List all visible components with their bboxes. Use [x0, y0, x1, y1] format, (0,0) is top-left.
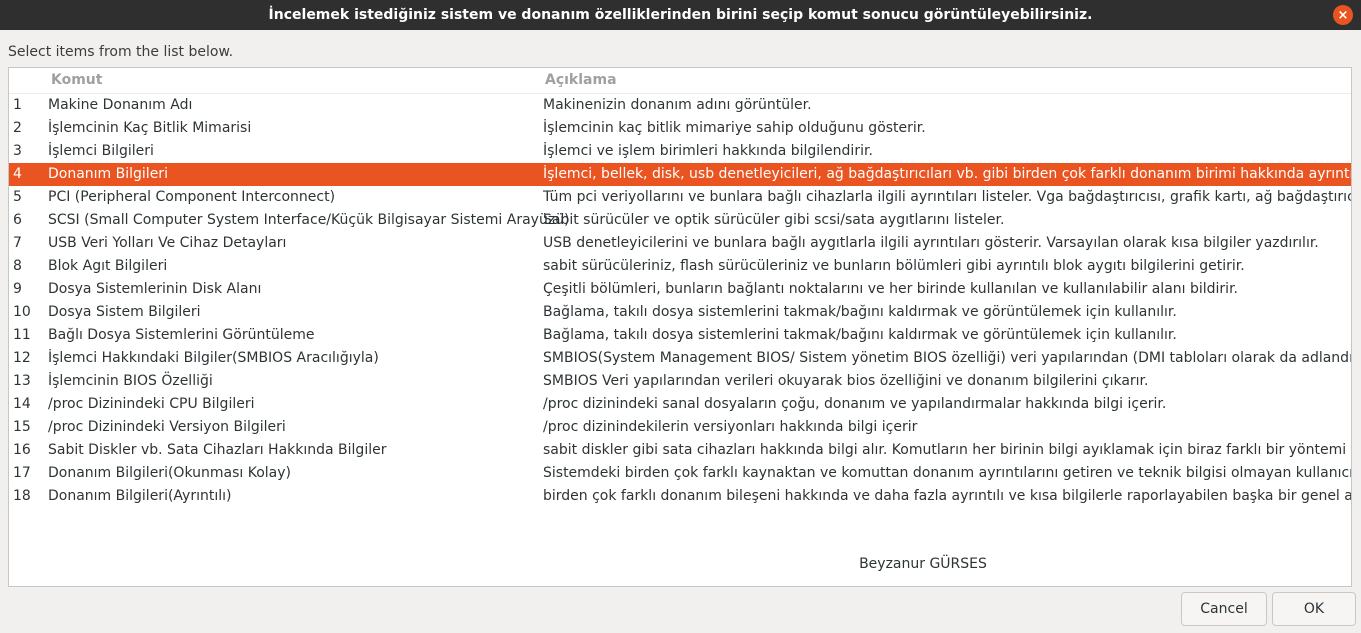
row-description: İşlemci ve işlem birimleri hakkında bilg…	[543, 143, 873, 159]
row-number: 5	[13, 189, 22, 205]
table-row[interactable]: 12 İşlemci Hakkındaki Bilgiler(SMBIOS Ara…	[9, 347, 1351, 370]
row-command: Blok Agıt Bilgileri	[48, 258, 168, 274]
row-command: Makine Donanım Adı	[48, 97, 193, 113]
row-number: 10	[13, 304, 31, 320]
list-rows: 1 Makine Donanım Adı Makinenizin donanım a…	[9, 94, 1351, 508]
row-description: İşlemcinin kaç bitlik mimariye sahip old…	[543, 120, 926, 136]
row-description: Sistemdeki birden çok farklı kaynaktan v…	[543, 465, 1352, 481]
table-row[interactable]: 5 PCI (Peripheral Component Interconnect)…	[9, 186, 1351, 209]
row-command: İşlemci Bilgileri	[48, 143, 154, 159]
title-bar: İncelemek istediğiniz sistem ve donanım …	[0, 0, 1361, 30]
row-number: 11	[13, 327, 31, 343]
table-row[interactable]: 14/proc Dizinindeki CPU Bilgileri/proc d…	[9, 393, 1351, 416]
row-number: 18	[13, 488, 31, 504]
row-number: 6	[13, 212, 22, 228]
row-description: Çeşitli bölümleri, bunların bağlantı nok…	[543, 281, 1238, 297]
row-command: USB Veri Yolları Ve Cihaz Detayları	[48, 235, 287, 251]
row-number: 9	[13, 281, 22, 297]
row-command: /proc Dizinindeki CPU Bilgileri	[48, 396, 255, 412]
row-description: /proc dizinindeki sanal dosyaların çoğu,…	[543, 396, 1167, 412]
table-row[interactable]: 7 USB Veri Yolları Ve Cihaz Detayları USB…	[9, 232, 1351, 255]
table-row[interactable]: 6 SCSI (Small Computer System Interface/K…	[9, 209, 1351, 232]
column-header-komut[interactable]: Komut	[51, 72, 102, 88]
row-description: Sabit sürücüler ve optik sürücüler gibi …	[543, 212, 1005, 228]
row-description: /proc dizinindekilerin versiyonları hakk…	[543, 419, 918, 435]
row-command: Bağlı Dosya Sistemlerini Görüntüleme	[48, 327, 315, 343]
row-command: İşlemcinin BIOS Özelliği	[48, 373, 213, 389]
row-description: USB denetleyicilerini ve bunlara bağlı a…	[543, 235, 1319, 251]
table-row[interactable]: 11 Bağlı Dosya Sistemlerini Görüntüleme Ba…	[9, 324, 1351, 347]
table-row[interactable]: 18 Donanım Bilgileri(Ayrıntılı) birden ço…	[9, 485, 1351, 508]
row-description: sabit diskler gibi sata cihazları hakkın…	[543, 442, 1352, 458]
row-number: 15	[13, 419, 31, 435]
table-row[interactable]: 13 İşlemcinin BIOS Özelliği SMBIOS Veri ya…	[9, 370, 1351, 393]
table-row[interactable]: 17 Donanım Bilgileri(Okunması Kolay) Siste…	[9, 462, 1351, 485]
row-command: Sabit Diskler vb. Sata Cihazları Hakkınd…	[48, 442, 387, 458]
row-command: İşlemci Hakkındaki Bilgiler(SMBIOS Aracı…	[48, 350, 379, 366]
table-row[interactable]: 4 Donanım Bilgileri İşlemci, bellek, disk,…	[9, 163, 1351, 186]
command-list[interactable]: Komut Açıklama 1 Makine Donanım Adı Makine…	[8, 67, 1352, 587]
table-row[interactable]: 2 İşlemcinin Kaç Bitlik Mimarisi İşlemcini…	[9, 117, 1351, 140]
row-number: 3	[13, 143, 22, 159]
table-row[interactable]: 8 Blok Agıt Bilgileri sabit sürücüleriniz,…	[9, 255, 1351, 278]
row-number: 16	[13, 442, 31, 458]
row-command: Donanım Bilgileri(Ayrıntılı)	[48, 488, 232, 504]
row-command: /proc Dizinindeki Versiyon Bilgileri	[48, 419, 286, 435]
row-description: SMBIOS Veri yapılarından verileri okuyar…	[543, 373, 1149, 389]
row-number: 1	[13, 97, 22, 113]
row-command: SCSI (Small Computer System Interface/Kü…	[48, 212, 570, 228]
row-number: 7	[13, 235, 22, 251]
row-command: Donanım Bilgileri(Okunması Kolay)	[48, 465, 291, 481]
row-description: sabit sürücüleriniz, flash sürücüleriniz…	[543, 258, 1245, 274]
list-header: Komut Açıklama	[9, 68, 1351, 94]
row-description: birden çok farklı donanım bileşeni hakkı…	[543, 488, 1352, 504]
table-row[interactable]: 9 Dosya Sistemlerinin Disk Alanı Çeşitli b…	[9, 278, 1351, 301]
row-description: Tüm pci veriyollarını ve bunlara bağlı c…	[543, 189, 1352, 205]
row-description: SMBIOS(System Management BIOS/ Sistem yö…	[543, 350, 1352, 366]
author-name: Beyzanur GÜRSES	[859, 556, 987, 572]
close-icon[interactable]: ×	[1333, 5, 1353, 25]
table-row[interactable]: 1 Makine Donanım Adı Makinenizin donanım a…	[9, 94, 1351, 117]
table-row[interactable]: 16 Sabit Diskler vb. Sata Cihazları Hakkı…	[9, 439, 1351, 462]
table-row[interactable]: 15/proc Dizinindeki Versiyon Bilgileri/p…	[9, 416, 1351, 439]
row-number: 17	[13, 465, 31, 481]
row-command: Dosya Sistem Bilgileri	[48, 304, 201, 320]
table-row[interactable]: 10 Dosya Sistem Bilgileri Bağlama, takılı …	[9, 301, 1351, 324]
instruction-text: Select items from the list below.	[8, 44, 234, 60]
row-number: 13	[13, 373, 31, 389]
row-command: PCI (Peripheral Component Interconnect)	[48, 189, 336, 205]
column-header-aciklama[interactable]: Açıklama	[545, 72, 617, 88]
row-description: Makinenizin donanım adını görüntüler.	[543, 97, 812, 113]
row-command: İşlemcinin Kaç Bitlik Mimarisi	[48, 120, 252, 136]
row-command: Dosya Sistemlerinin Disk Alanı	[48, 281, 262, 297]
row-description: Bağlama, takılı dosya sistemlerini takma…	[543, 327, 1177, 343]
window-title: İncelemek istediğiniz sistem ve donanım …	[268, 7, 1093, 23]
table-row[interactable]: 3 İşlemci Bilgileri İşlemci ve işlem birim…	[9, 140, 1351, 163]
row-number: 2	[13, 120, 22, 136]
row-number: 12	[13, 350, 31, 366]
row-description: Bağlama, takılı dosya sistemlerini takma…	[543, 304, 1177, 320]
row-command: Donanım Bilgileri	[48, 166, 168, 182]
row-description: İşlemci, bellek, disk, usb denetleyicile…	[543, 166, 1352, 182]
row-number: 4	[13, 166, 22, 182]
ok-button[interactable]: OK	[1272, 592, 1356, 626]
cancel-button[interactable]: Cancel	[1181, 592, 1267, 626]
row-number: 8	[13, 258, 22, 274]
row-number: 14	[13, 396, 31, 412]
